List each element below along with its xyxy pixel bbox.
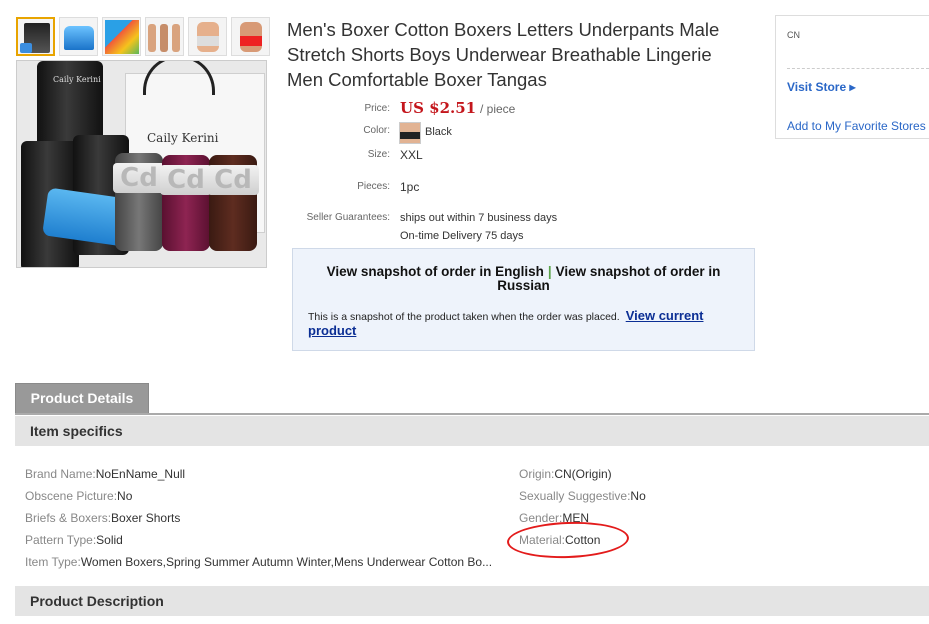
thumbnail-strip <box>16 17 270 57</box>
price-value: US $2.51 / piece <box>400 99 515 117</box>
snapshot-english-link[interactable]: View snapshot of order in English <box>327 264 544 279</box>
size-label: Size: <box>367 149 390 160</box>
spec-pattern-type: Pattern Type:Solid <box>25 533 123 547</box>
bag-brand-text: Caily Kerini <box>147 131 219 145</box>
thumbnail-5[interactable] <box>188 17 227 56</box>
snapshot-links: View snapshot of order in English | View s… <box>293 265 754 293</box>
spec-key: Item Type: <box>25 555 81 569</box>
spec-value: Boxer Shorts <box>111 511 181 525</box>
thumbnail-1[interactable] <box>16 17 55 56</box>
pieces-label: Pieces: <box>357 181 390 192</box>
boxer-roll-maroon: Cd <box>160 155 212 251</box>
spec-item-type: Item Type:Women Boxers,Spring Summer Aut… <box>25 555 492 569</box>
spec-value: No <box>117 489 133 503</box>
store-divider <box>787 68 929 69</box>
band-text: Cd <box>113 163 165 193</box>
guarantee-delivery: On-time Delivery 75 days <box>400 230 524 242</box>
chevron-right-icon: ▸ <box>849 80 856 94</box>
spec-value: NoEnName_Null <box>95 467 186 481</box>
spec-key: Briefs & Boxers: <box>25 511 112 525</box>
main-product-image[interactable]: Caily Kerini Caily Kerini Cd Cd Cd <box>16 60 267 268</box>
visit-store-link[interactable]: Visit Store ▸ <box>787 80 856 94</box>
spec-brand-name: Brand Name:NoEnName_Null <box>25 467 185 481</box>
color-swatch-image[interactable] <box>399 122 421 144</box>
red-annotation-circle <box>506 519 630 561</box>
spec-key: Origin: <box>519 467 555 481</box>
size-value: XXL <box>400 148 423 162</box>
spec-key: Brand Name: <box>25 467 96 481</box>
spec-briefs-boxers: Briefs & Boxers:Boxer Shorts <box>25 511 180 525</box>
spec-value: Solid <box>96 533 123 547</box>
price-label: Price: <box>364 103 390 114</box>
spec-key: Obscene Picture: <box>25 489 118 503</box>
thumbnail-6[interactable] <box>231 17 270 56</box>
store-box: CN Visit Store ▸ Add to My Favorite Stor… <box>775 15 929 139</box>
spec-origin: Origin:CN(Origin) <box>519 467 612 481</box>
store-country: CN <box>787 30 800 40</box>
can-brand-text: Caily Kerini <box>53 75 101 84</box>
boxer-roll-brown: Cd <box>207 155 259 251</box>
spec-value: CN(Origin) <box>554 467 612 481</box>
product-title[interactable]: Men's Boxer Cotton Boxers Letters Underp… <box>287 17 747 92</box>
spec-obscene-picture: Obscene Picture:No <box>25 489 132 503</box>
spec-value: Women Boxers,Spring Summer Autumn Winter… <box>80 555 493 569</box>
pieces-value: 1pc <box>400 180 420 194</box>
band-text: Cd <box>160 165 212 195</box>
spec-sexually-suggestive: Sexually Suggestive:No <box>519 489 646 503</box>
tab-product-details[interactable]: Product Details <box>15 383 149 414</box>
band-text: Cd <box>207 165 259 195</box>
price-amount: US $2.51 <box>400 99 477 117</box>
spec-key: Pattern Type: <box>25 533 97 547</box>
bag-handle-graphic <box>143 61 215 95</box>
spec-value: No <box>630 489 646 503</box>
product-description-heading: Product Description <box>15 586 929 616</box>
visit-store-label: Visit Store <box>787 80 847 94</box>
guarantee-shipping: ships out within 7 business days <box>400 212 558 224</box>
tab-divider <box>15 413 929 415</box>
snapshot-notice: View snapshot of order in English | View s… <box>292 248 755 351</box>
boxer-roll-gray: Cd <box>113 153 165 251</box>
add-favorite-store-link[interactable]: Add to My Favorite Stores <box>787 119 926 133</box>
seller-guarantees-label: Seller Guarantees: <box>306 212 390 223</box>
thumbnail-4[interactable] <box>145 17 184 56</box>
snapshot-separator: | <box>547 264 552 279</box>
snapshot-notice-text: This is a snapshot of the product taken … <box>308 311 620 323</box>
price-unit: / piece <box>480 102 516 116</box>
color-value: Black <box>425 126 452 138</box>
color-label: Color: <box>363 125 390 136</box>
item-specifics-heading: Item specifics <box>15 416 929 446</box>
snapshot-text: This is a snapshot of the product taken … <box>308 309 748 339</box>
thumbnail-2[interactable] <box>59 17 98 56</box>
thumbnail-3[interactable] <box>102 17 141 56</box>
spec-key: Sexually Suggestive: <box>519 489 631 503</box>
